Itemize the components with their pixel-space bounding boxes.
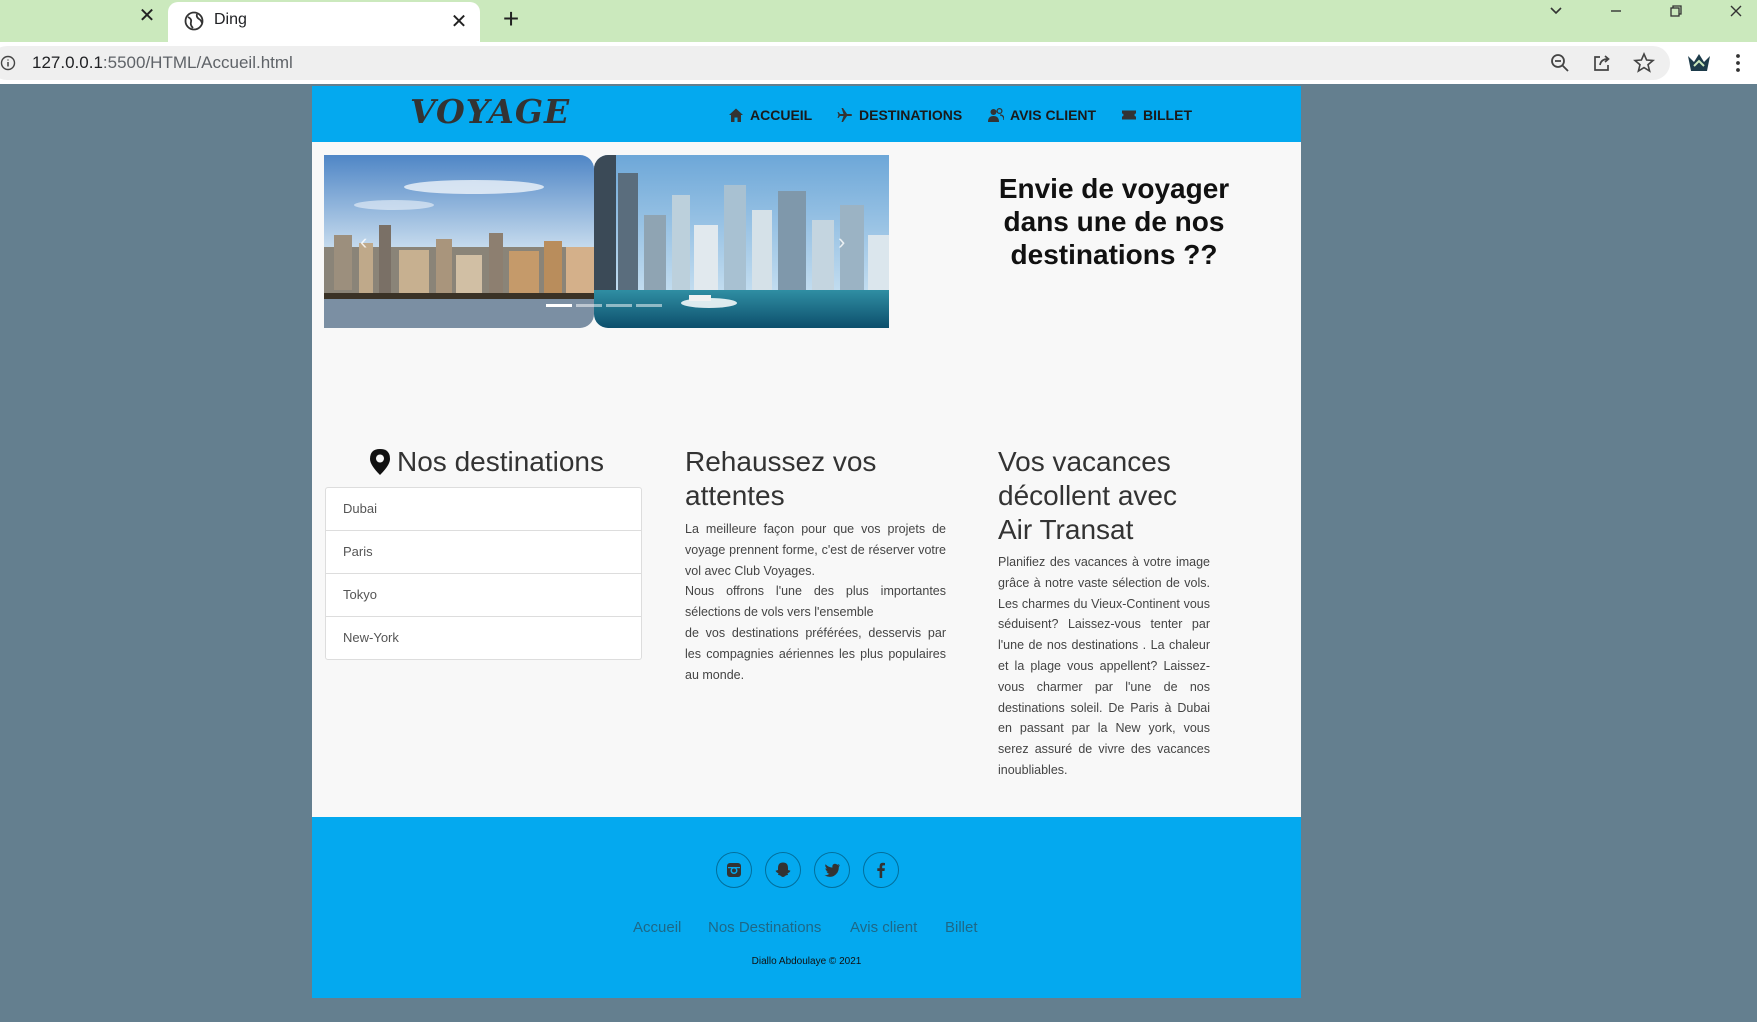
tab-close-icon[interactable]: ✕: [136, 5, 158, 27]
carousel-indicator[interactable]: [546, 304, 572, 307]
home-icon: [729, 108, 743, 122]
nav-item-billet[interactable]: BILLET: [1121, 107, 1192, 123]
destinations-list: Dubai Paris Tokyo New-York: [325, 487, 642, 660]
footer: Accueil Nos Destinations Avis client Bil…: [312, 817, 1301, 998]
plane-icon: [837, 108, 852, 122]
users-icon: [988, 107, 1004, 122]
expectations-paragraph: Nous offrons l'une des plus importantes …: [685, 584, 946, 620]
browser-tab-strip: ✕ Ding ✕ +: [0, 0, 1757, 42]
restore-icon[interactable]: [1656, 0, 1696, 28]
snapchat-icon: [775, 862, 791, 877]
menu-kebab-icon[interactable]: [1726, 51, 1750, 75]
zoom-icon[interactable]: [1548, 51, 1572, 75]
footer-link-billet[interactable]: Billet: [945, 919, 978, 936]
page-container: VOYAGE ACCUEIL DESTINATIONS AVIS CLIENT …: [312, 86, 1301, 998]
carousel-next-button[interactable]: ›: [838, 229, 845, 255]
carousel-prev-button[interactable]: ‹: [360, 229, 367, 255]
destination-item-new-york[interactable]: New-York: [326, 617, 641, 659]
site-info-icon[interactable]: [0, 55, 16, 71]
carousel-indicator[interactable]: [606, 304, 632, 307]
nav-label: DESTINATIONS: [859, 107, 963, 123]
nav-label: AVIS CLIENT: [1010, 107, 1097, 123]
destinations-title: Nos destinations: [397, 446, 605, 477]
instagram-button[interactable]: [716, 852, 752, 888]
browser-tab-inactive[interactable]: ✕: [0, 0, 167, 42]
hero-title: Envie de voyager dans une de nos destina…: [998, 173, 1230, 270]
facebook-icon: [877, 862, 885, 878]
image-carousel[interactable]: ‹ ›: [324, 155, 889, 328]
browser-tab-active[interactable]: Ding ✕: [168, 2, 480, 42]
expectations-paragraph: de vos destinations préférées, desservis…: [685, 625, 946, 682]
footer-link-destinations[interactable]: Nos Destinations: [708, 919, 821, 936]
carousel-indicators: [546, 304, 662, 307]
carousel-indicator[interactable]: [636, 304, 662, 307]
destination-item-tokyo[interactable]: Tokyo: [326, 574, 641, 617]
ticket-icon: [1122, 110, 1136, 120]
vacation-text: Planifiez des vacances à votre image grâ…: [998, 555, 1210, 777]
footer-link-avis-client[interactable]: Avis client: [850, 919, 917, 936]
minimize-icon[interactable]: [1596, 0, 1636, 28]
destinations-heading: Nos destinations: [369, 445, 604, 479]
expectations-paragraph: La meilleure façon pour que vos projets …: [685, 522, 946, 578]
facebook-button[interactable]: [863, 852, 899, 888]
footer-link-accueil[interactable]: Accueil: [633, 919, 681, 936]
address-bar: 127.0.0.1:5500/HTML/Accueil.html: [0, 42, 1757, 84]
tab-close-icon[interactable]: ✕: [448, 11, 470, 33]
globe-icon: [184, 11, 204, 31]
expectations-title: Rehaussez vos attentes: [685, 446, 877, 511]
close-window-icon[interactable]: [1716, 0, 1756, 28]
tab-title: Ding: [214, 11, 247, 28]
map-marker-icon: [370, 449, 390, 475]
carousel-indicator[interactable]: [576, 304, 602, 307]
new-tab-button[interactable]: +: [496, 4, 526, 34]
snapchat-button[interactable]: [765, 852, 801, 888]
nav-item-accueil[interactable]: ACCUEIL: [728, 107, 812, 123]
extension-crown-icon[interactable]: [1685, 49, 1713, 77]
nav-label: ACCUEIL: [750, 107, 813, 123]
navbar: VOYAGE ACCUEIL DESTINATIONS AVIS CLIENT …: [312, 86, 1301, 142]
vacation-title: Vos vacances décollent avec Air Transat: [998, 446, 1178, 545]
expectations-text: La meilleure façon pour que vos projets …: [685, 519, 946, 685]
copyright-text: Diallo Abdoulaye © 2021: [751, 956, 862, 967]
nav-item-destinations[interactable]: DESTINATIONS: [837, 107, 962, 123]
nav-label: BILLET: [1143, 107, 1192, 123]
url-path: :5500/HTML/Accueil.html: [102, 53, 293, 72]
bookmark-star-icon[interactable]: [1632, 51, 1656, 75]
twitter-icon: [824, 863, 840, 877]
nav-item-avis-client[interactable]: AVIS CLIENT: [988, 107, 1096, 123]
tab-search-chevron-icon[interactable]: [1536, 0, 1576, 28]
url-host: 127.0.0.1: [32, 53, 103, 72]
share-icon[interactable]: [1590, 51, 1614, 75]
brand-logo[interactable]: VOYAGE: [410, 92, 570, 131]
url-text[interactable]: 127.0.0.1:5500/HTML/Accueil.html: [32, 53, 293, 73]
twitter-button[interactable]: [814, 852, 850, 888]
destination-item-dubai[interactable]: Dubai: [326, 488, 641, 531]
destination-item-paris[interactable]: Paris: [326, 531, 641, 574]
instagram-icon: [727, 863, 741, 877]
